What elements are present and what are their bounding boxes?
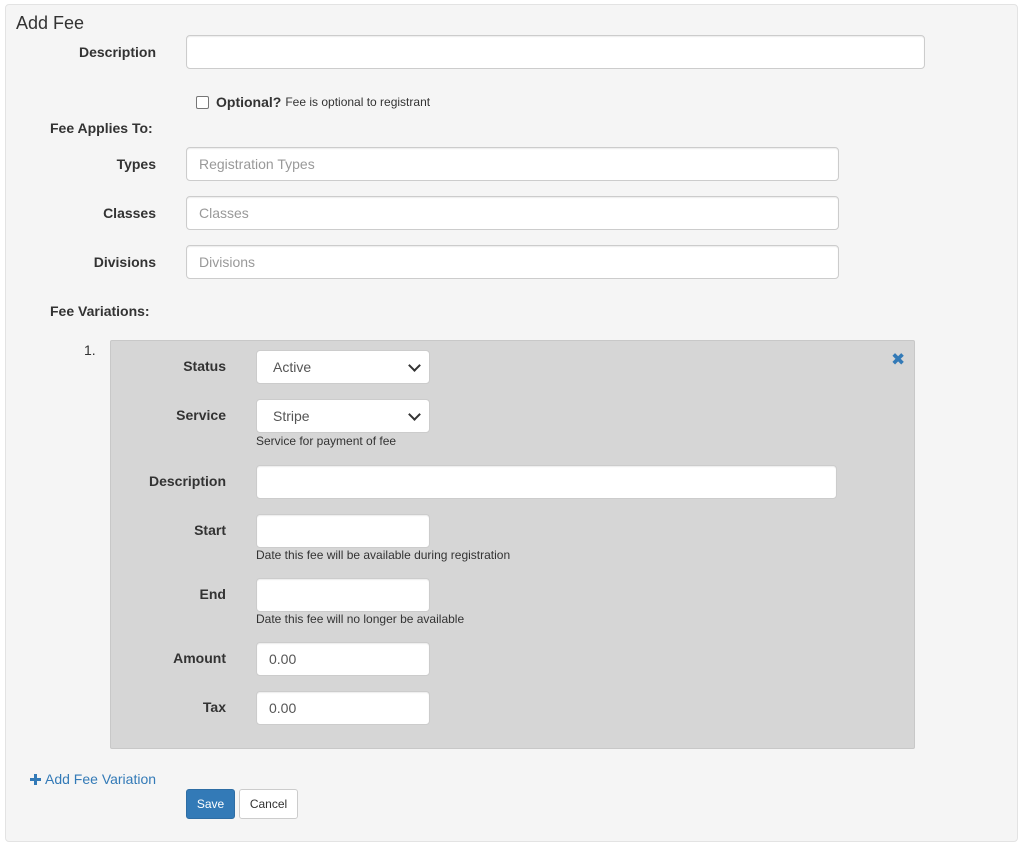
end-input[interactable]: [256, 578, 430, 612]
plus-icon: [30, 773, 41, 785]
optional-checkbox[interactable]: [196, 95, 209, 109]
variation-index: 1.: [84, 342, 96, 358]
start-label: Start: [194, 522, 226, 538]
amount-label: Amount: [173, 650, 226, 666]
save-button[interactable]: Save: [186, 789, 235, 819]
tax-input[interactable]: [256, 691, 430, 725]
optional-help: Fee is optional to registrant: [285, 95, 431, 109]
start-help: Date this fee will be available during r…: [256, 548, 511, 562]
status-select[interactable]: Active: [256, 350, 430, 384]
status-value: Active: [273, 359, 312, 375]
tax-label: Tax: [202, 699, 226, 715]
variation-description-label: Description: [148, 473, 226, 489]
service-help: Service for payment of fee: [256, 434, 397, 448]
end-label: End: [199, 586, 226, 602]
divisions-input[interactable]: [186, 245, 839, 279]
variations-heading: Fee Variations:: [50, 303, 150, 319]
types-label: Types: [116, 156, 156, 172]
close-icon[interactable]: ✖: [891, 351, 905, 368]
add-fee-variation-label: Add Fee Variation: [45, 771, 157, 787]
classes-input[interactable]: [186, 196, 839, 230]
service-value: Stripe: [273, 408, 310, 424]
amount-input[interactable]: [256, 642, 430, 676]
end-help: Date this fee will no longer be availabl…: [256, 612, 465, 626]
page-title: Add Fee: [16, 13, 85, 33]
chevron-down-icon: [408, 358, 421, 372]
classes-label: Classes: [103, 205, 156, 221]
service-label: Service: [176, 407, 226, 423]
divisions-label: Divisions: [93, 254, 156, 270]
optional-label: Optional?: [216, 94, 282, 110]
cancel-button[interactable]: Cancel: [239, 789, 298, 819]
start-input[interactable]: [256, 514, 430, 548]
description-input[interactable]: [186, 35, 925, 69]
fee-variation-box: ✖ Status Active Service Stripe Service f…: [110, 340, 915, 749]
variation-description-input[interactable]: [256, 465, 837, 499]
types-input[interactable]: [186, 147, 839, 181]
service-select[interactable]: Stripe: [256, 399, 430, 433]
applies-to-heading: Fee Applies To:: [50, 120, 153, 136]
description-label: Description: [78, 44, 156, 60]
optional-row: Optional? Fee is optional to registrant: [196, 94, 430, 110]
add-fee-variation-link[interactable]: Add Fee Variation: [30, 771, 156, 787]
status-label: Status: [183, 358, 226, 374]
add-fee-panel: Add Fee Description Optional? Fee is opt…: [5, 4, 1018, 842]
chevron-down-icon: [408, 407, 421, 421]
